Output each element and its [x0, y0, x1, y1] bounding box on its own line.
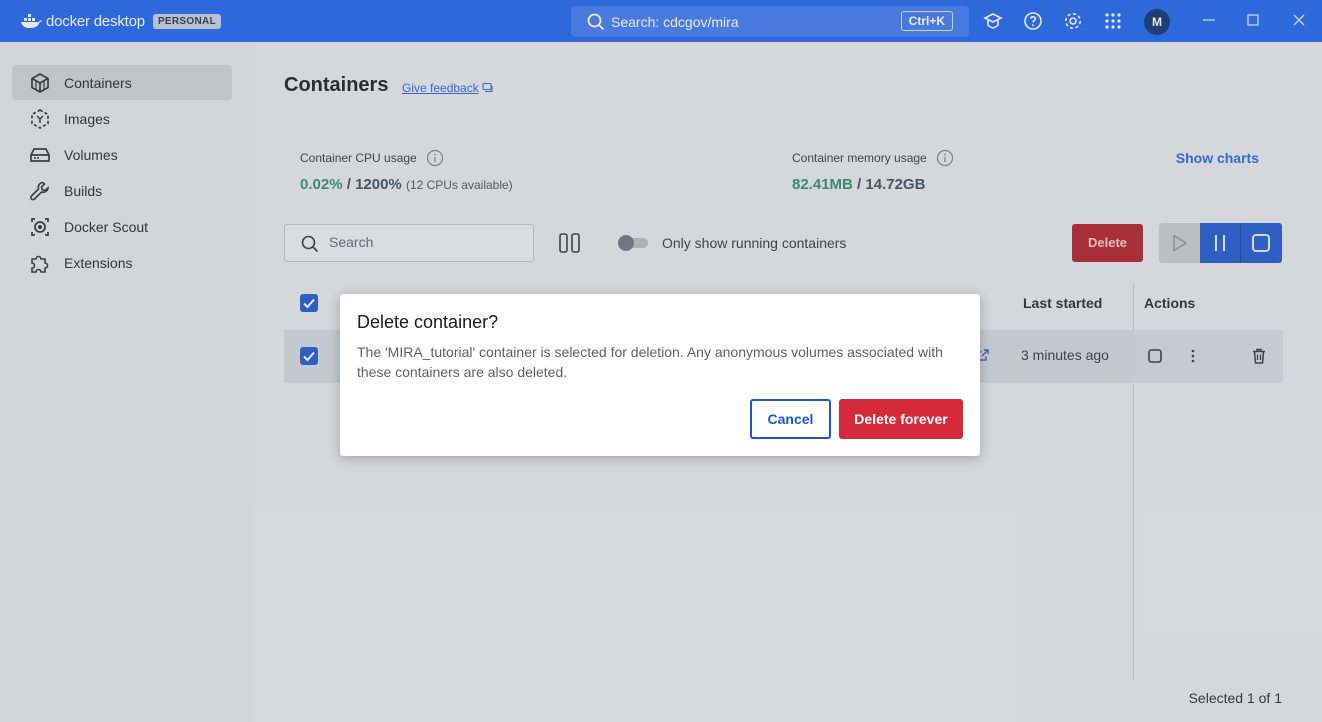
- cancel-button[interactable]: Cancel: [750, 399, 831, 439]
- dialog-title: Delete container?: [357, 312, 499, 332]
- dialog-message: The 'MIRA_tutorial' container is selecte…: [357, 344, 943, 380]
- delete-container-dialog: Delete container? The 'MIRA_tutorial' co…: [340, 294, 980, 456]
- delete-forever-button[interactable]: Delete forever: [839, 399, 963, 439]
